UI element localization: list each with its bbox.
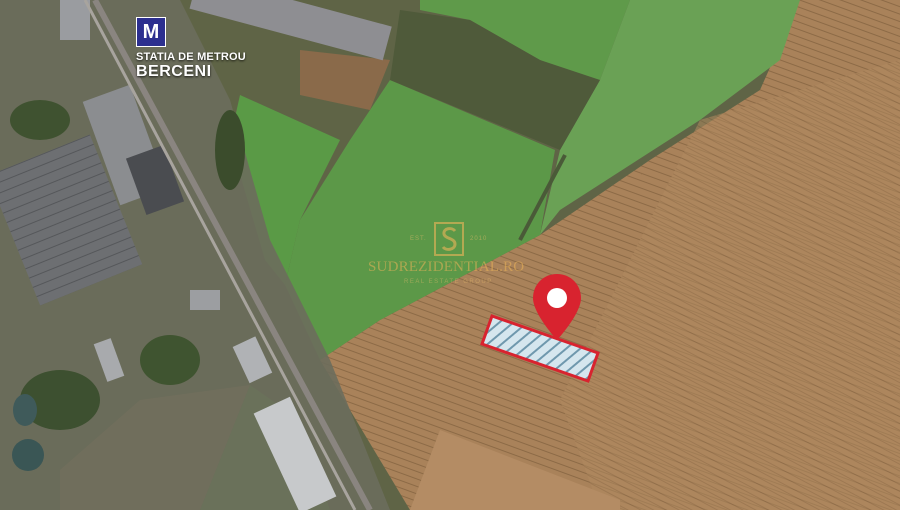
brand-logo-icon: [434, 222, 464, 256]
trees-3: [140, 335, 200, 385]
warehouse-4: [60, 0, 90, 40]
watermark-brand: SUDREZIDENTIAL.RO: [368, 259, 525, 275]
shed-3: [190, 290, 220, 310]
metro-station-label: STATIA DE METROU: [136, 51, 246, 63]
watermark-year: 2010: [470, 236, 488, 242]
pond-2: [12, 439, 44, 471]
watermark-tagline: REAL ESTATE GROUP: [404, 279, 493, 285]
metro-station-name: BERCENI: [136, 63, 212, 80]
satellite-map[interactable]: M STATIA DE METROU BERCENI EST. 2010 SUD…: [0, 0, 900, 510]
watermark-est: EST.: [410, 236, 427, 242]
metro-icon: M: [136, 17, 166, 47]
trees-4: [215, 110, 245, 190]
pond-1: [13, 394, 37, 426]
trees-1: [10, 100, 70, 140]
